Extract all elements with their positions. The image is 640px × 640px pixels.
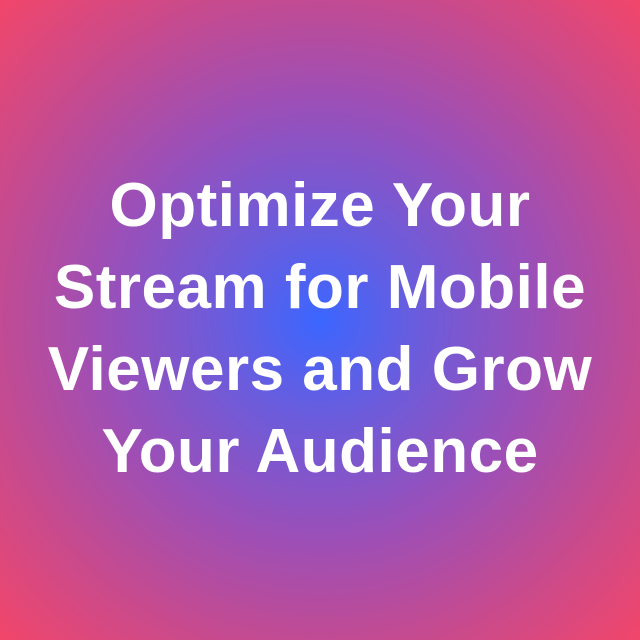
social-graphic-card: Optimize Your Stream for Mobile Viewers … [0, 0, 640, 640]
headline-line-2: Stream for Mobile [53, 253, 587, 322]
headline-line-3: Viewers and Grow [47, 335, 593, 404]
headline-line-4: Your Audience [101, 417, 539, 486]
headline-line-1: Optimize Your [109, 171, 531, 240]
headline: Optimize Your Stream for Mobile Viewers … [20, 147, 620, 493]
